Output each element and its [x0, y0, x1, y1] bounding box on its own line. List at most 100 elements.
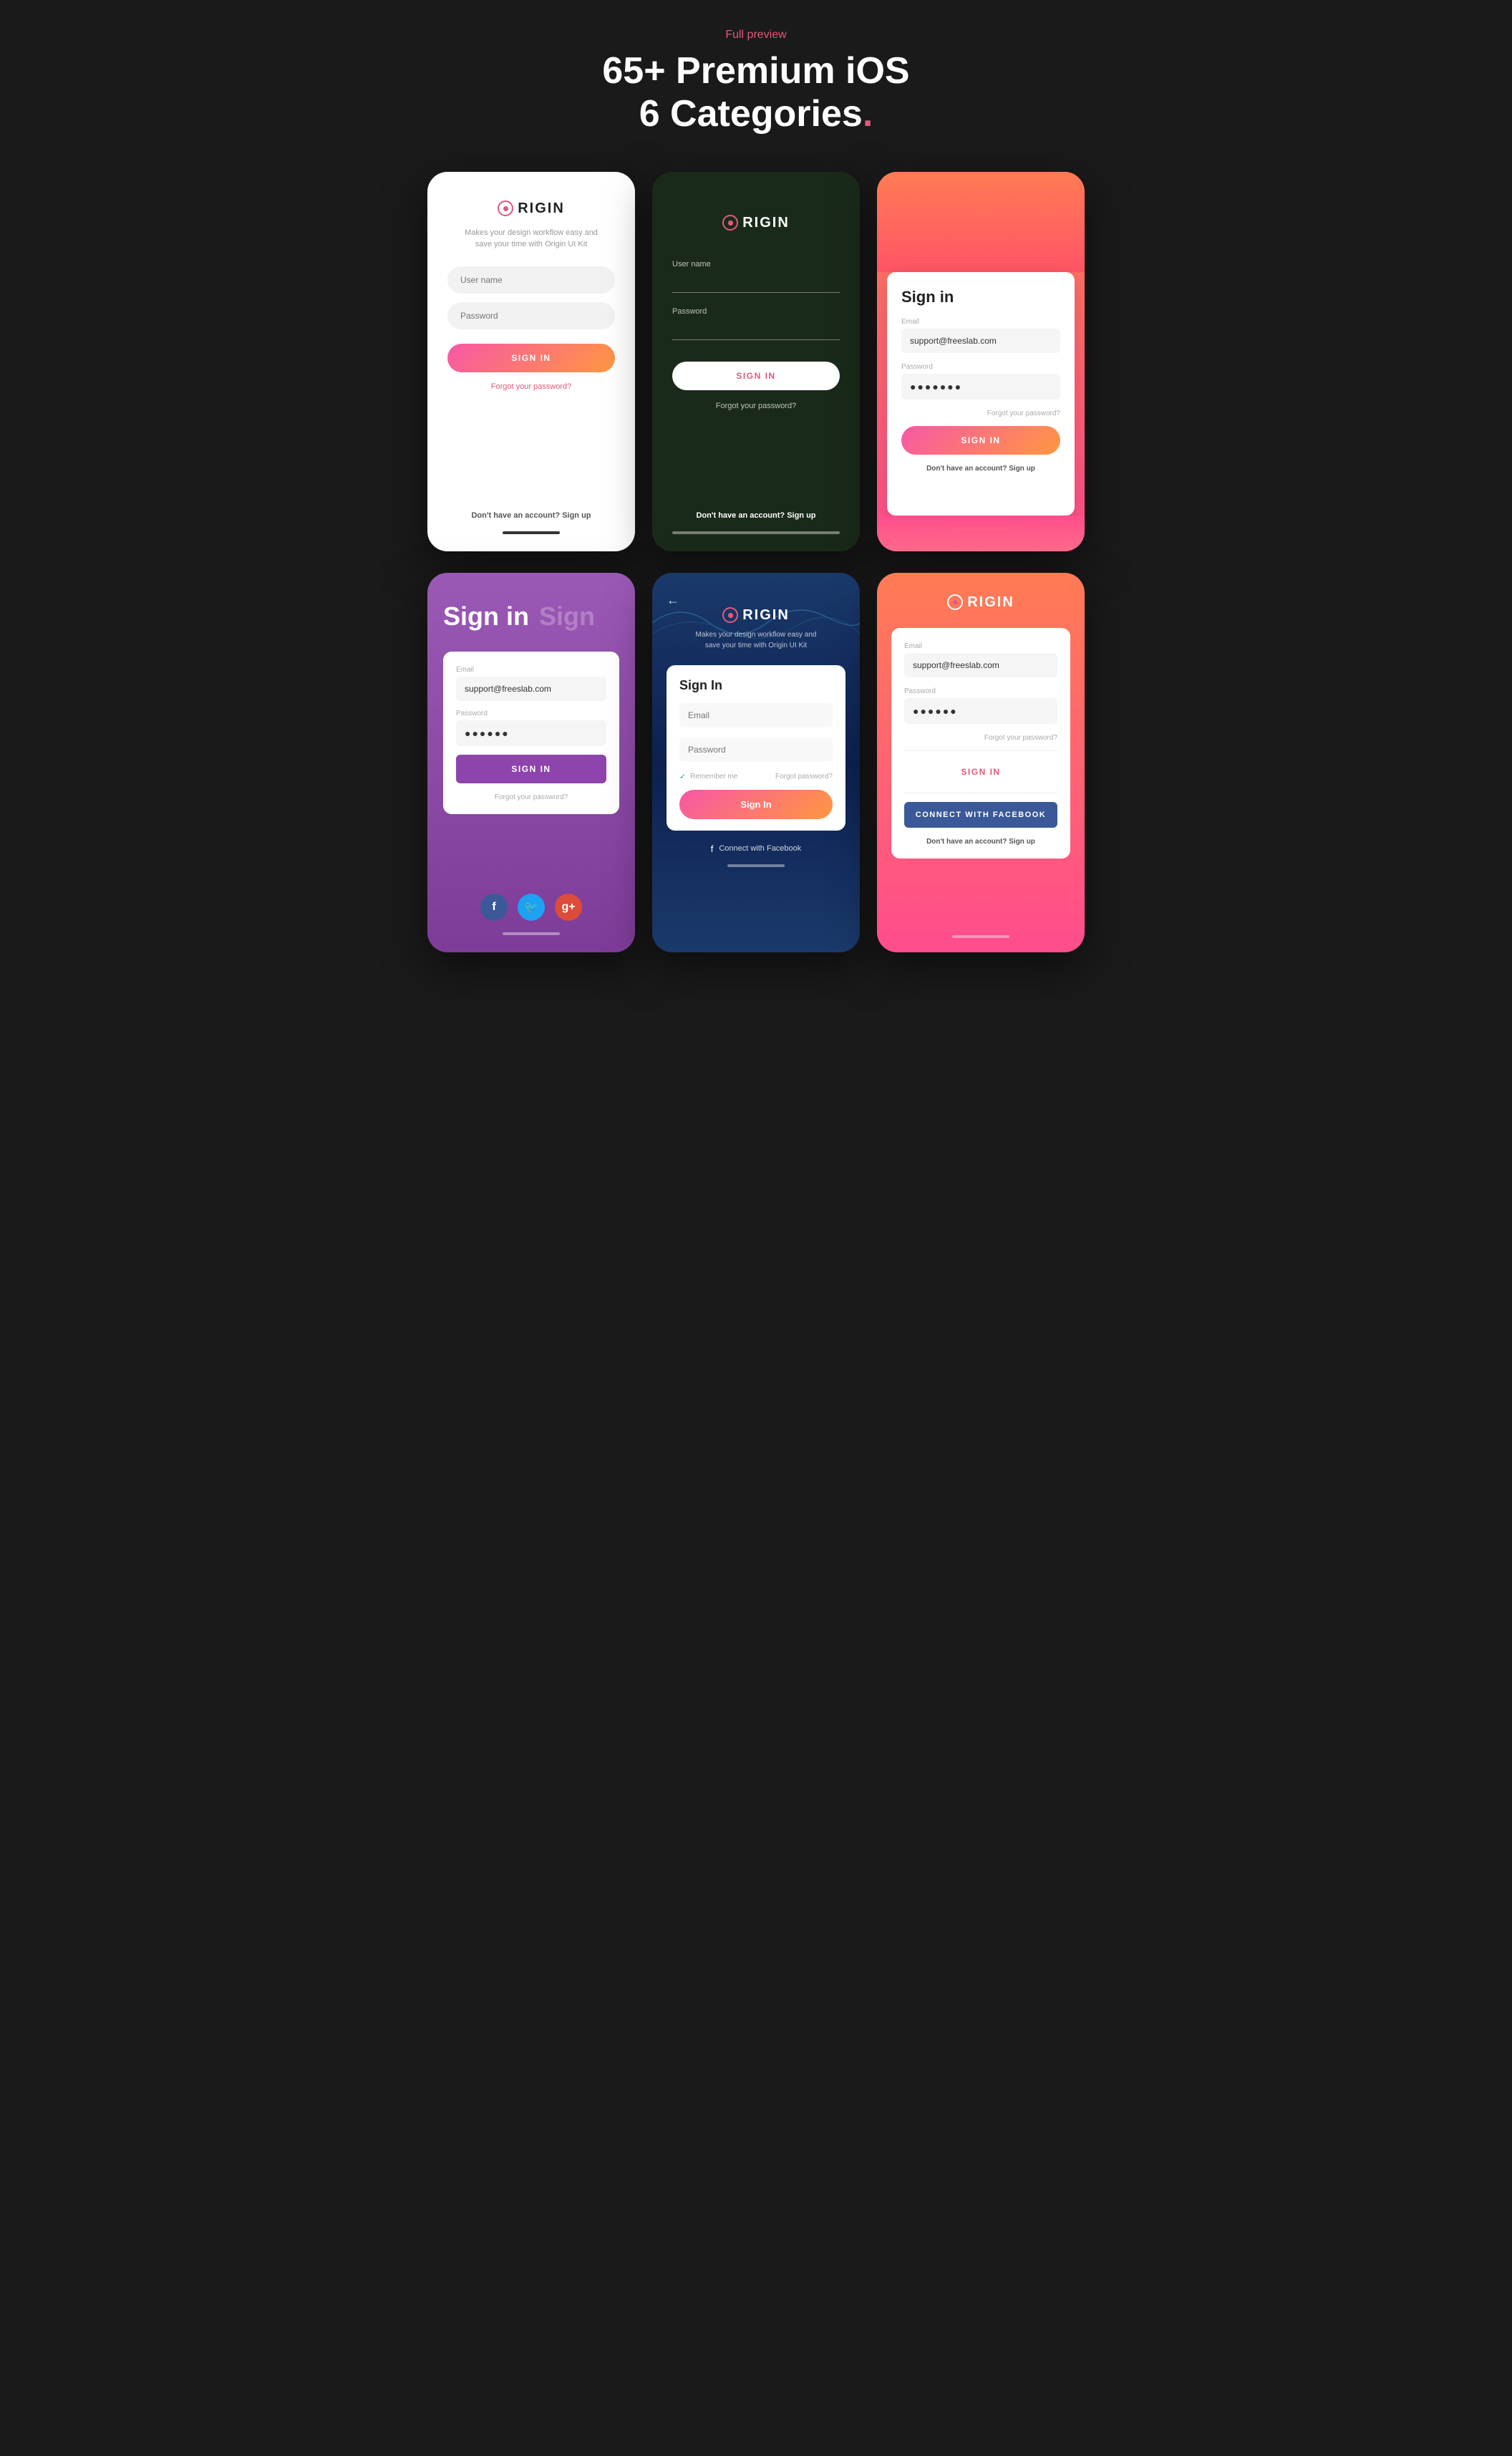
signin-button[interactable]: SIGN IN	[672, 362, 840, 390]
no-account-label: Don't have an account?	[471, 511, 560, 520]
username-input[interactable]	[447, 266, 615, 294]
screen-blue-origin: ← RIGIN Makes your design workflow easy …	[652, 573, 860, 952]
connect-facebook-row: f Connect with Facebook	[711, 843, 802, 854]
origin-logo-icon	[722, 215, 738, 231]
no-account-text: Don't have an account? Sign up	[904, 838, 1057, 846]
email-field-group: Email	[456, 666, 606, 701]
origin-logo-text: RIGIN	[742, 607, 790, 624]
connect-facebook-button[interactable]: CONNECT WITH FACEBOOK	[904, 802, 1057, 828]
password-field: Password	[672, 307, 840, 340]
logo-area: RIGIN	[672, 215, 840, 231]
password-field-group: Password ●●●●●●	[456, 710, 606, 746]
facebook-icon: f	[711, 843, 714, 854]
origin-logo-text: RIGIN	[742, 215, 790, 231]
remember-label: Remember me	[690, 773, 737, 780]
email-input[interactable]	[904, 653, 1057, 677]
screen-title-faded: Sign	[539, 601, 595, 632]
password-field-group: Password ●●●●●●●	[901, 363, 1060, 400]
screen-white-origin: RIGIN Makes your design workflow easy an…	[427, 172, 635, 551]
home-indicator	[952, 935, 1009, 938]
password-label: Password	[456, 710, 606, 717]
forgot-password-link[interactable]: Forgot your password?	[491, 382, 572, 391]
no-account-text: Don't have an account? Sign up	[672, 511, 840, 520]
tagline: Makes your design workflow easy and save…	[465, 227, 598, 251]
username-field: User name	[672, 260, 840, 293]
card-title: Sign in	[901, 288, 1060, 306]
screen-purple-signin: Sign in Sign Email Password ●●●●●● SIGN …	[427, 573, 635, 952]
email-field-group: Email	[904, 642, 1057, 677]
password-label: Password	[901, 363, 1060, 371]
origin-logo-icon	[947, 594, 963, 610]
screen-coral-origin-fb: RIGIN Email Password ●●●●●● Forgot your …	[877, 573, 1085, 952]
tagline: Makes your design workflow easy and save…	[696, 629, 817, 651]
social-icons-row: f 🐦 g+	[443, 879, 619, 921]
header-title: 65+ Premium iOS 6 Categories.	[602, 50, 909, 136]
email-input[interactable]	[679, 703, 833, 727]
email-field-group	[679, 703, 833, 727]
email-label: Email	[456, 666, 606, 674]
card-title: Sign In	[679, 678, 833, 693]
home-indicator	[727, 864, 785, 867]
email-input[interactable]	[901, 329, 1060, 353]
screen-bottom	[877, 516, 1085, 551]
forgot-password-link[interactable]: Forgot your password?	[904, 734, 1057, 742]
screen-top-gradient	[877, 172, 1085, 272]
signin-button[interactable]: Sign In	[679, 790, 833, 819]
logo-area: RIGIN	[722, 607, 790, 624]
signin-button[interactable]: SIGN IN	[447, 344, 615, 372]
facebook-icon[interactable]: f	[480, 894, 508, 921]
twitter-icon[interactable]: 🐦	[518, 894, 545, 921]
email-label: Email	[901, 318, 1060, 326]
divider	[904, 750, 1057, 751]
password-field-group: Password ●●●●●●	[904, 687, 1057, 724]
home-indicator	[672, 531, 840, 534]
googleplus-icon[interactable]: g+	[555, 894, 582, 921]
email-input[interactable]	[456, 677, 606, 701]
no-account-label: Don't have an account?	[696, 511, 785, 520]
home-indicator	[952, 527, 1009, 530]
signup-link[interactable]: Sign up	[562, 511, 591, 520]
back-button[interactable]: ←	[667, 593, 679, 608]
username-input[interactable]	[672, 273, 840, 293]
forgot-password-link[interactable]: Forgot your password?	[672, 402, 840, 410]
signin-button[interactable]: SIGN IN	[901, 426, 1060, 455]
password-label: Password	[672, 307, 840, 316]
origin-logo-icon	[722, 607, 738, 623]
signin-card: Sign In ✓ Remember me Forgot password? S…	[667, 665, 845, 831]
screen-coral-signin: Sign in Email Password ●●●●●●● Forgot yo…	[877, 172, 1085, 551]
signin-button[interactable]: SIGN IN	[456, 755, 606, 783]
home-indicator	[503, 531, 560, 534]
signup-link[interactable]: Sign up	[787, 511, 815, 520]
signin-card: Email Password ●●●●●● SIGN IN Forgot you…	[443, 652, 619, 814]
forgot-password-link[interactable]: Forgot password?	[775, 773, 833, 780]
password-input[interactable]: ●●●●●●●	[901, 374, 1060, 400]
password-label: Password	[904, 687, 1057, 695]
check-icon: ✓	[679, 772, 686, 781]
password-input[interactable]	[679, 738, 833, 762]
page-header: Full preview 65+ Premium iOS 6 Categorie…	[602, 29, 909, 136]
connect-facebook-label[interactable]: Connect with Facebook	[719, 844, 801, 853]
password-input[interactable]	[672, 320, 840, 340]
origin-logo-text: RIGIN	[518, 200, 565, 217]
home-indicator	[503, 932, 560, 935]
signin-card: Email Password ●●●●●● Forgot your passwo…	[891, 628, 1070, 859]
password-input[interactable]	[447, 302, 615, 329]
password-display[interactable]: ●●●●●●	[904, 698, 1057, 724]
origin-logo-icon	[498, 200, 513, 216]
password-display[interactable]: ●●●●●●	[456, 720, 606, 746]
remember-row: ✓ Remember me Forgot password?	[679, 772, 833, 781]
signin-button[interactable]: SIGN IN	[904, 760, 1057, 784]
header-dot: .	[863, 93, 873, 135]
logo-area: RIGIN	[498, 200, 565, 217]
screen-dark-origin: RIGIN User name Password SIGN IN Forgot …	[652, 172, 860, 551]
remember-me-group: ✓ Remember me	[679, 772, 737, 781]
screens-grid: RIGIN Makes your design workflow easy an…	[427, 172, 1085, 952]
signin-card: Sign in Email Password ●●●●●●● Forgot yo…	[887, 272, 1075, 516]
screen-title: Sign in	[443, 601, 529, 632]
email-label: Email	[904, 642, 1057, 650]
email-field-group: Email	[901, 318, 1060, 353]
forgot-password-link[interactable]: Forgot your password?	[456, 793, 606, 801]
forgot-password-link[interactable]: Forgot your password?	[901, 410, 1060, 417]
header-subtitle: Full preview	[602, 29, 909, 42]
username-label: User name	[672, 260, 840, 269]
